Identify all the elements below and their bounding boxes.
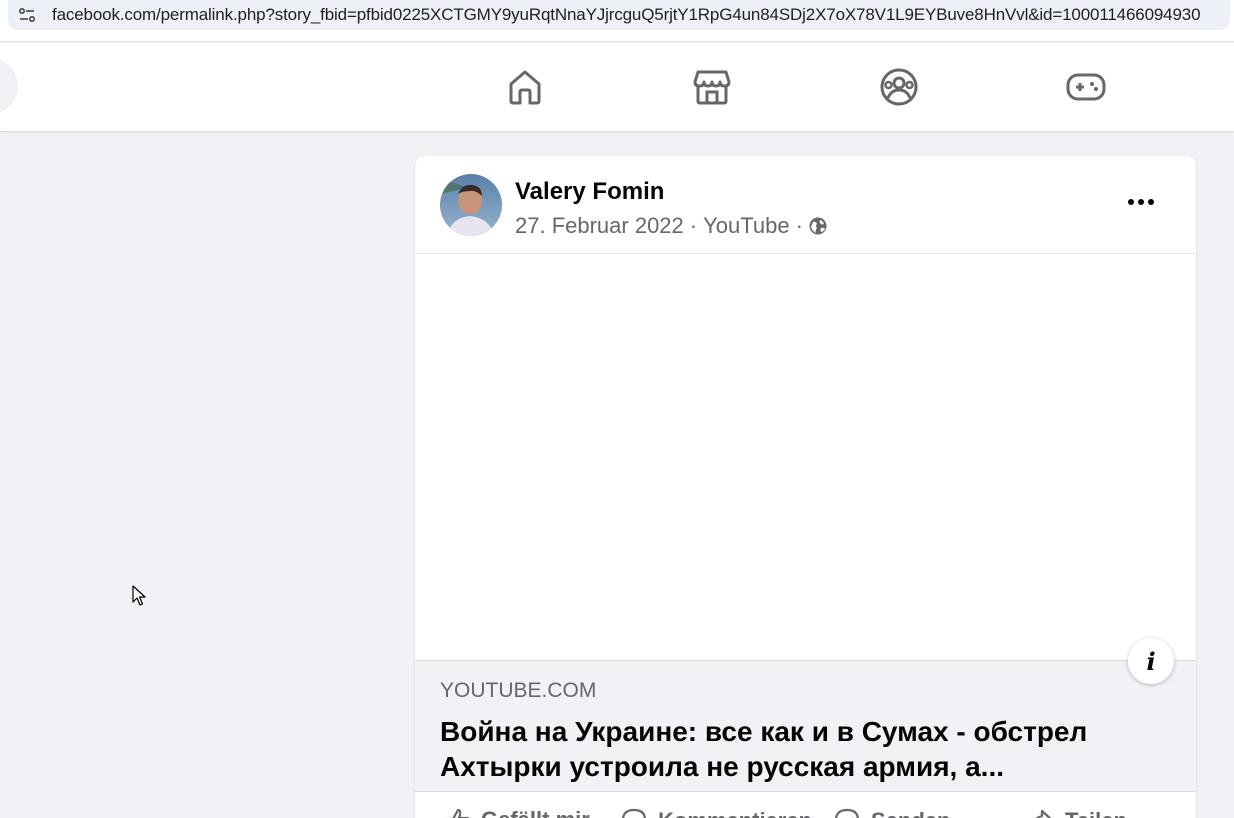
messenger-icon <box>835 808 859 818</box>
link-preview[interactable]: YOUTUBE.COM Война на Украине: все как и … <box>415 660 1196 792</box>
url-text[interactable]: facebook.com/permalink.php?story_fbid=pf… <box>52 5 1200 25</box>
comment-icon <box>622 808 646 818</box>
gaming-icon[interactable] <box>1064 65 1108 109</box>
comment-label: Kommentieren <box>658 808 812 818</box>
post-date[interactable]: 27. Februar 2022 <box>515 213 684 239</box>
marketplace-icon[interactable] <box>690 65 734 109</box>
post-actions-bar: Gefällt mir Kommentieren Senden Teilen <box>415 793 1196 818</box>
meta-separator: · <box>795 213 803 238</box>
post-card: Valery Fomin 27. Februar 2022 · YouTube … <box>415 156 1196 818</box>
author-avatar[interactable] <box>440 174 502 236</box>
post-meta: 27. Februar 2022 · YouTube · <box>515 213 827 239</box>
like-label: Gefällt mir <box>481 807 590 818</box>
send-label: Senden <box>871 808 950 818</box>
groups-icon[interactable] <box>877 65 921 109</box>
url-field[interactable]: facebook.com/permalink.php?story_fbid=pf… <box>8 0 1230 30</box>
top-navigation <box>0 43 1234 131</box>
mouse-cursor-icon <box>132 585 148 612</box>
post-author-name[interactable]: Valery Fomin <box>515 178 664 206</box>
share-label: Teilen <box>1065 808 1127 818</box>
globe-icon[interactable] <box>809 217 827 235</box>
send-button[interactable]: Senden <box>833 807 950 818</box>
link-domain: YOUTUBE.COM <box>440 679 597 702</box>
more-options-icon[interactable] <box>1121 182 1161 222</box>
site-settings-icon[interactable] <box>12 0 42 30</box>
info-icon[interactable]: i <box>1128 638 1174 684</box>
video-embed-area[interactable] <box>415 254 1196 660</box>
home-icon[interactable] <box>503 65 547 109</box>
share-icon <box>1035 809 1052 818</box>
like-button[interactable]: Gefällt mir <box>445 807 590 818</box>
post-source: YouTube <box>703 213 790 238</box>
browser-address-bar: facebook.com/permalink.php?story_fbid=pf… <box>0 0 1234 42</box>
like-icon <box>447 808 470 818</box>
share-button[interactable]: Teilen <box>1027 807 1127 818</box>
link-title[interactable]: Война на Украине: все как и в Сумах - об… <box>440 714 1160 784</box>
comment-button[interactable]: Kommentieren <box>620 807 812 818</box>
search-field-edge[interactable] <box>0 57 18 115</box>
meta-separator: · <box>689 213 698 238</box>
